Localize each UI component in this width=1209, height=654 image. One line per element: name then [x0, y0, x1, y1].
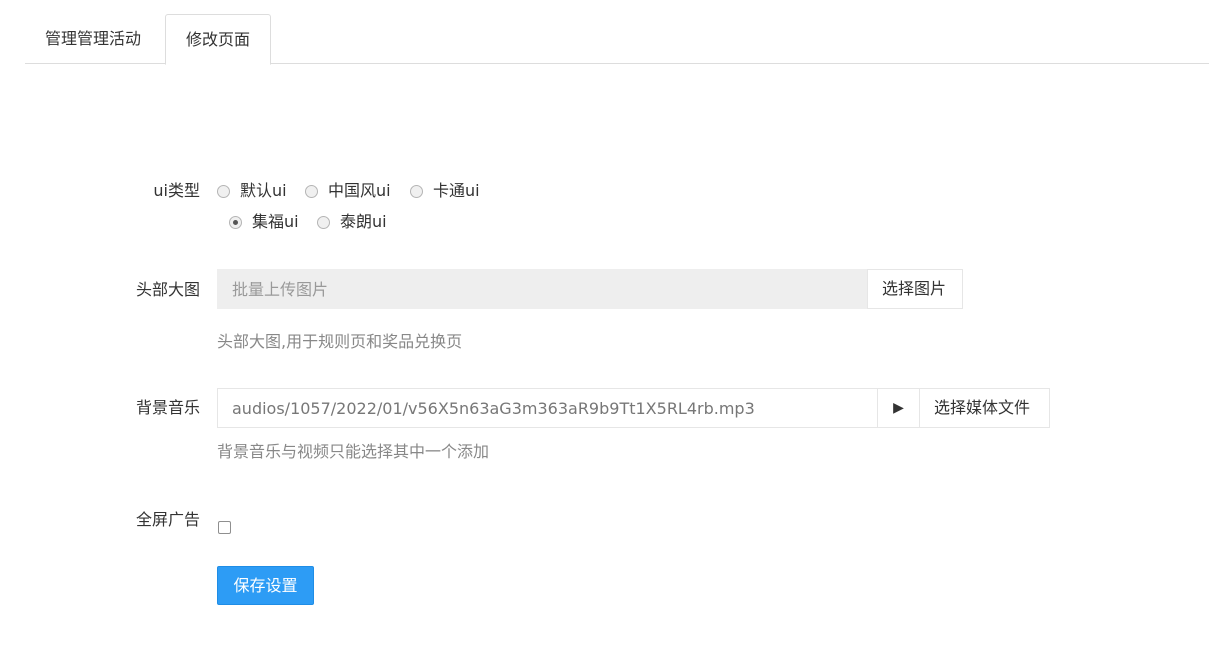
radio-label: 集福ui: [252, 212, 299, 231]
radio-label: 中国风ui: [328, 181, 391, 200]
choose-media-button[interactable]: 选择媒体文件: [920, 388, 1050, 428]
music-path-input[interactable]: [217, 388, 878, 428]
fullscreen-ad-label: 全屏广告: [135, 510, 200, 529]
play-button[interactable]: ▶: [878, 388, 920, 428]
radio-button[interactable]: [305, 184, 318, 198]
radio-button-checked[interactable]: [229, 215, 242, 229]
banner-help-text: 头部大图,用于规则页和奖品兑换页: [217, 332, 463, 351]
page: 管理管理活动 修改页面 ui类型 默认ui 中国风ui 卡通ui 集福ui 泰朗…: [0, 0, 1209, 654]
radio-option-jifu-ui[interactable]: 集福ui: [229, 211, 299, 233]
save-settings-button[interactable]: 保存设置: [217, 566, 314, 605]
tab-edit-page[interactable]: 修改页面: [165, 14, 272, 65]
banner-label: 头部大图: [135, 280, 200, 299]
radio-label: 泰朗ui: [340, 212, 387, 231]
banner-upload-input[interactable]: [217, 269, 867, 309]
radio-label: 默认ui: [240, 181, 287, 200]
radio-button[interactable]: [217, 184, 230, 198]
ui-type-label: ui类型: [153, 181, 200, 200]
radio-button[interactable]: [410, 184, 423, 198]
play-icon: ▶: [893, 400, 904, 416]
choose-image-button[interactable]: 选择图片: [867, 269, 963, 309]
radio-option-chinese-ui[interactable]: 中国风ui: [305, 180, 391, 202]
radio-option-cartoon-ui[interactable]: 卡通ui: [410, 180, 480, 202]
fullscreen-ad-checkbox[interactable]: [218, 521, 231, 534]
music-label: 背景音乐: [135, 398, 200, 417]
radio-option-tailang-ui[interactable]: 泰朗ui: [317, 211, 387, 233]
banner-input-group: 选择图片: [217, 269, 963, 309]
tab-manage-activity[interactable]: 管理管理活动: [25, 14, 161, 64]
radio-button[interactable]: [317, 215, 330, 229]
radio-label: 卡通ui: [433, 181, 480, 200]
tab-bar: 管理管理活动 修改页面: [25, 14, 1209, 65]
radio-option-default-ui[interactable]: 默认ui: [217, 180, 287, 202]
music-help-text: 背景音乐与视频只能选择其中一个添加: [217, 442, 490, 461]
music-input-group: ▶ 选择媒体文件: [217, 388, 1050, 428]
